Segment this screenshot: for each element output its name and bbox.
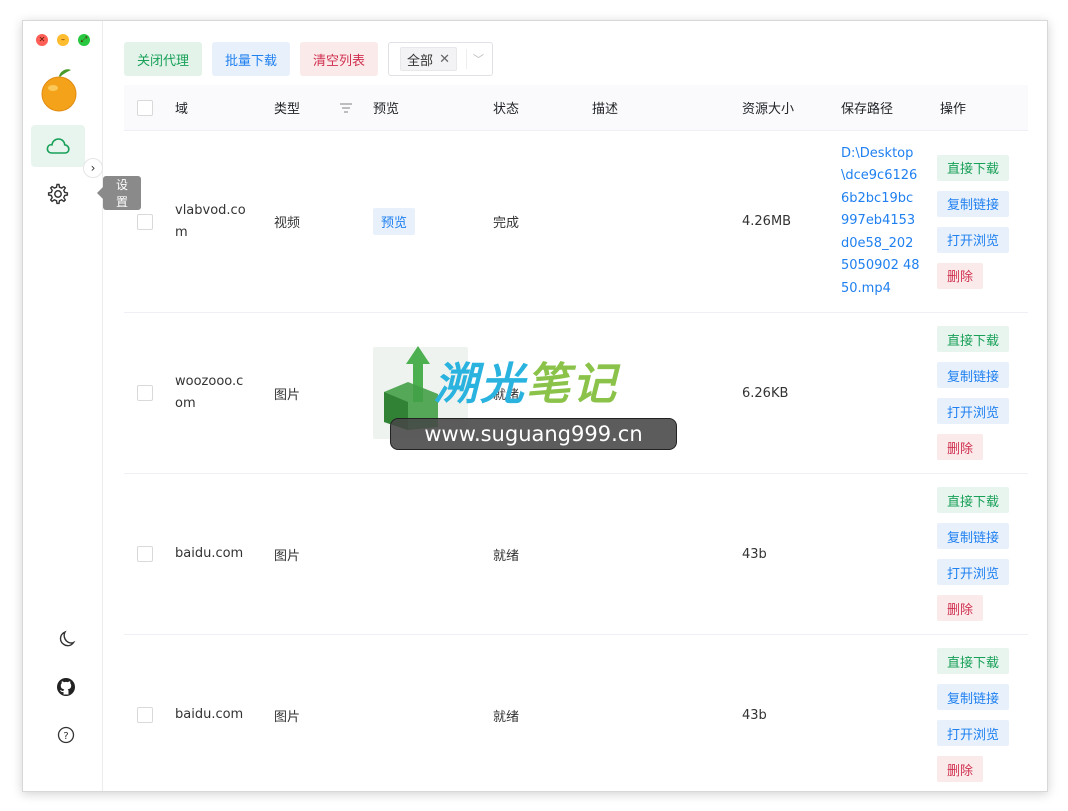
row-domain: baidu.com [175,546,244,561]
batch-download-button[interactable]: 批量下载 [212,42,291,76]
filter-icon[interactable] [339,102,353,114]
row-type: 视频 [274,216,301,231]
open-browse-button[interactable]: 打开浏览 [937,226,1010,253]
delete-button[interactable]: 删除 [937,595,984,621]
delete-button[interactable]: 删除 [937,756,984,782]
header-type-label: 类型 [274,102,301,117]
header-save-path: 保存路径 [841,102,894,117]
table-row: baidu.com 图片 就绪 43b 直接下载 复制链接 打开浏览 删除 [124,635,1028,791]
row-size: 4.26MB [742,214,792,229]
filter-tag: 全部 ✕ [400,47,457,71]
sidebar: ✕ – ⤢ › 设置 ? [23,21,142,791]
delete-button[interactable]: 删除 [937,434,984,460]
minimize-window-button[interactable]: – [57,34,69,46]
copy-link-button[interactable]: 复制链接 [937,684,1010,710]
close-icon[interactable]: ✕ [439,52,450,67]
window-controls: ✕ – ⤢ [36,34,90,46]
open-browse-button[interactable]: 打开浏览 [937,398,1010,424]
clear-list-button[interactable]: 清空列表 [300,42,379,76]
row-checkbox[interactable] [136,385,153,401]
watermark-title: 溯光笔记 [434,348,618,412]
row-actions: 直接下载 复制链接 打开浏览 删除 [930,154,1028,289]
github-button[interactable] [55,676,77,698]
help-button[interactable]: ? [55,724,77,746]
header-preview: 预览 [373,102,400,117]
row-actions: 直接下载 复制链接 打开浏览 删除 [930,487,1028,621]
row-checkbox[interactable] [136,546,153,562]
row-status: 就绪 [493,548,520,564]
delete-button[interactable]: 删除 [937,262,984,289]
row-domain: vlabvod.com [175,202,246,240]
watermark-title-b: 笔记 [526,359,618,410]
row-size: 6.26KB [742,385,789,401]
header-status: 状态 [493,102,520,117]
watermark-url: www.suguang999.cn [390,418,677,450]
header-type[interactable]: 类型 [264,98,363,117]
row-actions: 直接下载 复制链接 打开浏览 删除 [930,648,1028,782]
app-logo-orange-icon [39,68,79,112]
header-actions: 操作 [940,102,967,117]
row-checkbox[interactable] [136,213,153,230]
toolbar: 关闭代理 批量下载 清空列表 全部 ✕ ﹀ [124,42,494,76]
chevron-down-icon[interactable]: ﹀ [466,49,484,69]
svg-text:?: ? [63,731,68,742]
row-status: 就绪 [493,709,520,725]
collapse-sidebar-button[interactable]: › [83,158,103,178]
watermark-overlay: 溯光笔记 www.suguang999.cn [374,340,684,455]
header-description: 描述 [592,102,619,117]
row-status: 完成 [493,216,520,231]
chevron-right-icon: › [90,161,96,175]
watermark-title-a: 溯光 [434,359,526,410]
moon-icon [59,630,76,647]
copy-link-button[interactable]: 复制链接 [937,190,1010,217]
table-row: vlabvod.com 视频 预览 完成 4.26MB D:\Desktop\d… [124,131,1028,313]
github-icon [57,678,75,696]
row-domain: woozooo.com [175,374,244,411]
direct-download-button[interactable]: 直接下载 [937,648,1010,674]
help-icon: ? [57,726,75,744]
row-type: 图片 [274,548,301,564]
table-row: baidu.com 图片 就绪 43b 直接下载 复制链接 打开浏览 删除 [124,474,1028,635]
type-filter-select[interactable]: 全部 ✕ ﹀ [388,42,494,76]
direct-download-button[interactable]: 直接下载 [937,154,1010,181]
filter-tag-label: 全部 [407,53,434,69]
copy-link-button[interactable]: 复制链接 [937,523,1010,549]
preview-button[interactable]: 预览 [373,208,416,235]
open-browse-button[interactable]: 打开浏览 [937,720,1010,746]
open-browse-button[interactable]: 打开浏览 [937,559,1010,585]
nav-resources[interactable] [31,125,85,167]
row-actions: 直接下载 复制链接 打开浏览 删除 [930,326,1028,460]
row-size: 43b [742,546,767,562]
row-save-path-link[interactable]: D:\Desktop\dce9c61266b2bc19bc997eb4153d0… [841,143,921,301]
header-size: 资源大小 [742,102,795,117]
row-domain: baidu.com [175,707,244,722]
copy-link-button[interactable]: 复制链接 [937,362,1010,388]
theme-toggle-button[interactable] [55,629,77,651]
row-type: 图片 [274,387,301,403]
table-header: 域 类型 预览 状态 描述 资源大小 保存路径 操作 [124,85,1028,131]
toggle-proxy-button[interactable]: 关闭代理 [124,42,203,76]
direct-download-button[interactable]: 直接下载 [937,487,1010,513]
direct-download-button[interactable]: 直接下载 [937,326,1010,352]
nav-settings[interactable] [31,173,85,215]
header-domain: 域 [175,102,189,117]
row-type: 图片 [274,709,301,725]
maximize-window-button[interactable]: ⤢ [78,34,90,46]
close-window-button[interactable]: ✕ [36,34,48,46]
gear-icon [47,183,69,205]
row-size: 43b [742,707,767,723]
row-checkbox[interactable] [136,707,153,723]
select-all-checkbox[interactable] [136,99,153,116]
cloud-icon [46,138,70,154]
